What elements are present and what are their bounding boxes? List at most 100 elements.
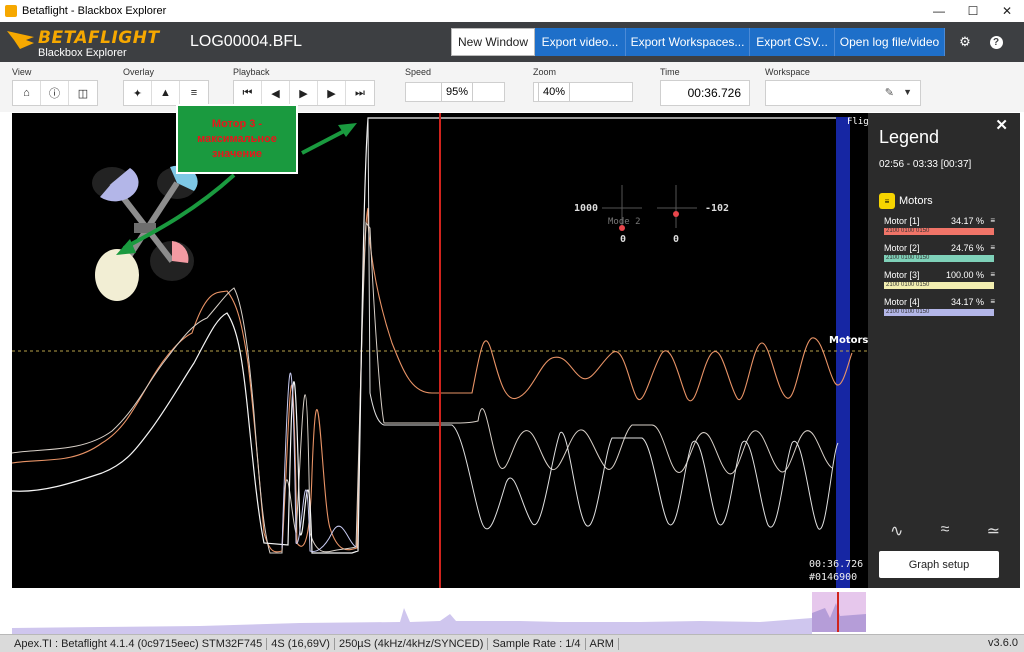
smoothing-icon[interactable]: ≃ — [987, 521, 1000, 541]
craft-icon[interactable]: ✦ — [124, 81, 152, 105]
info-icon[interactable]: ⓘ — [41, 81, 69, 105]
time-input[interactable]: 00:36.726 — [660, 80, 750, 106]
seek-bar-svg — [12, 592, 866, 634]
legend-tools: ∿ ≈ ≃ — [890, 521, 1000, 541]
view-group: ⌂ ⓘ ◫ — [12, 80, 98, 106]
betaflight-wing-icon — [7, 31, 34, 49]
open-log-file-button[interactable]: Open log file/video — [835, 28, 945, 56]
analyser-icon[interactable]: ≡ — [990, 270, 995, 279]
motor-3-low-trace — [367, 117, 839, 530]
status-sample-rate: Sample Rate : 1/4 — [488, 637, 586, 650]
new-window-button[interactable]: New Window — [451, 28, 535, 56]
sticks-icon[interactable]: ▲ — [152, 81, 180, 105]
legend-item-pct: 34.17 % — [950, 297, 984, 307]
brand-name: BETAFLIGHT — [38, 28, 160, 48]
graph-canvas[interactable]: 1000 -102 Mode 2 0 0 Motors Fligh 00:36.… — [12, 113, 868, 588]
status-firmware: Apex.TI : Betaflight 4.1.4 (0c9715eec) S… — [0, 637, 268, 650]
legend-group-motors[interactable]: ≡ Motors — [879, 193, 933, 209]
zoom-slider[interactable]: 40% — [533, 82, 633, 102]
stick-right-bottom: 0 — [673, 234, 680, 245]
motor-4-trace — [281, 372, 357, 552]
analyser-icon[interactable]: ≡ — [990, 216, 995, 225]
skip-start-icon[interactable]: ⏮ — [234, 81, 262, 105]
legend-group-label: Motors — [899, 195, 933, 207]
workspace-select[interactable]: ✎ ▼ — [765, 80, 921, 106]
motors-axis-label: Motors — [829, 335, 868, 346]
window-title: Betaflight - Blackbox Explorer — [22, 5, 167, 17]
step-forward-icon[interactable]: ▶ — [318, 81, 346, 105]
annotation-callout: Мотор 3 - максимальное значение — [176, 104, 298, 174]
window-controls: — ☐ ✕ — [922, 0, 1024, 22]
close-icon[interactable]: ✕ — [995, 116, 1008, 134]
close-window-button[interactable]: ✕ — [990, 0, 1024, 22]
legend-item-motor-1[interactable]: Motor [1] 34.17 % ≡ 2100 0100 0150 — [884, 216, 995, 238]
flags-band — [836, 117, 850, 588]
legend-title: Legend — [879, 127, 940, 147]
zoom-label: Zoom — [533, 67, 557, 77]
overlay-label: Overlay — [123, 67, 155, 77]
skip-end-icon[interactable]: ⏭ — [346, 81, 374, 105]
play-icon[interactable]: ▶ — [290, 81, 318, 105]
analyser-icon[interactable]: ≡ — [990, 297, 995, 306]
window-titlebar: Betaflight - Blackbox Explorer — ☐ ✕ — [0, 0, 1024, 22]
export-csv-button[interactable]: Export CSV... — [750, 28, 835, 56]
legend-item-pct: 100.00 % — [945, 270, 984, 280]
export-video-button[interactable]: Export video... — [535, 28, 626, 56]
seek-bar[interactable] — [0, 588, 1024, 634]
legend-range: 02:56 - 03:33 [00:37] — [879, 159, 972, 170]
motor-1-prop — [172, 241, 189, 263]
gear-icon[interactable]: ⚙ — [955, 32, 975, 52]
zoom-value: 40% — [538, 83, 571, 101]
stick-left-bottom: 0 — [620, 234, 627, 245]
pid-icon[interactable]: ≈ — [941, 521, 950, 541]
quad-overlay — [92, 165, 198, 301]
playback-label: Playback — [233, 67, 270, 77]
analyser-icon[interactable]: ≡ — [180, 81, 208, 105]
minimize-button[interactable]: — — [922, 0, 956, 22]
help-icon[interactable]: ? — [986, 32, 1006, 52]
chevron-down-icon[interactable]: ▼ — [903, 87, 912, 97]
motor-1-trace — [12, 207, 853, 553]
workspace-label: Workspace — [765, 67, 810, 77]
speed-value: 95% — [441, 83, 474, 101]
speed-slider[interactable]: 95% — [405, 82, 505, 102]
legend-panel: Legend ✕ 02:56 - 03:33 [00:37] ≡ Motors … — [868, 113, 1020, 588]
step-back-icon[interactable]: ◀ — [262, 81, 290, 105]
toolbar: View ⌂ ⓘ ◫ Overlay ✦ ▲ ≡ Playback ⏮ ◀ ▶ … — [0, 62, 1024, 112]
app-icon — [5, 5, 17, 17]
status-looptime: 250µS (4kHz/4kHz/SYNCED) — [335, 637, 489, 650]
app-header: BETAFLIGHT Blackbox Explorer LOG00004.BF… — [0, 22, 1024, 62]
analyser-icon[interactable]: ≡ — [990, 243, 995, 252]
status-battery: 4S (16,69V) — [267, 637, 335, 650]
frame-overlay: #0146900 — [809, 572, 858, 583]
legend-item-bar: 2100 0100 0150 — [884, 282, 994, 289]
status-version: v3.6.0 — [988, 637, 1018, 649]
legend-item-name: Motor [2] — [884, 243, 920, 253]
legend-item-motor-4[interactable]: Motor [4] 34.17 % ≡ 2100 0100 0150 — [884, 297, 995, 319]
legend-item-name: Motor [1] — [884, 216, 920, 226]
time-overlay: 00:36.726 — [809, 559, 864, 570]
export-workspaces-button[interactable]: Export Workspaces... — [626, 28, 750, 56]
brand-subtitle: Blackbox Explorer — [38, 47, 127, 59]
panel-icon[interactable]: ◫ — [69, 81, 97, 105]
log-file-name: LOG00004.BFL — [190, 33, 303, 50]
stick-right-value: -102 — [705, 203, 730, 214]
legend-item-pct: 24.76 % — [950, 243, 984, 253]
spectrum-icon[interactable]: ∿ — [890, 521, 903, 541]
overlay-group: ✦ ▲ ≡ — [123, 80, 209, 106]
playback-group: ⏮ ◀ ▶ ▶ ⏭ — [233, 80, 375, 106]
legend-item-name: Motor [4] — [884, 297, 920, 307]
view-label: View — [12, 67, 32, 77]
flags-label: Fligh — [847, 117, 868, 127]
stick-mode-label: Mode 2 — [608, 217, 641, 227]
legend-item-motor-2[interactable]: Motor [2] 24.76 % ≡ 2100 0100 0150 — [884, 243, 995, 265]
legend-item-motor-3[interactable]: Motor [3] 100.00 % ≡ 2100 0100 0150 — [884, 270, 995, 292]
maximize-button[interactable]: ☐ — [956, 0, 990, 22]
home-icon[interactable]: ⌂ — [13, 81, 41, 105]
motor-3-prop — [95, 249, 139, 301]
status-arm: ARM — [586, 637, 619, 650]
pencil-icon[interactable]: ✎ — [885, 86, 894, 99]
betaflight-logo: BETAFLIGHT Blackbox Explorer — [6, 25, 159, 59]
status-bar: Apex.TI : Betaflight 4.1.4 (0c9715eec) S… — [0, 634, 1024, 652]
graph-setup-button[interactable]: Graph setup — [879, 551, 999, 578]
